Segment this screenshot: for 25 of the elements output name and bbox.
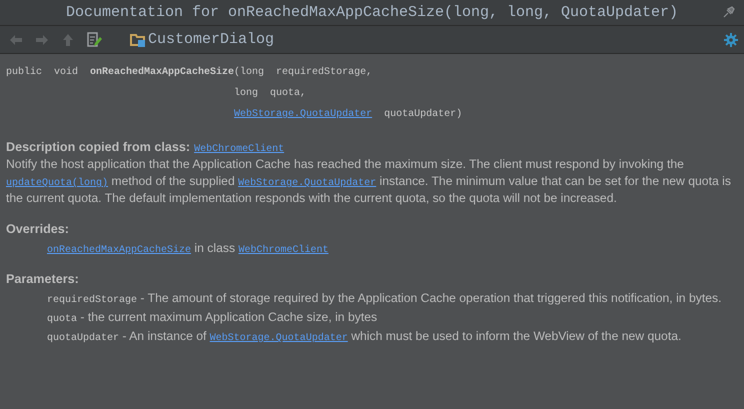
section-heading: Parameters: [6,272,79,286]
settings-icon[interactable] [724,32,738,46]
breadcrumb-label[interactable]: CustomerDialog [148,31,274,48]
doc-paragraph: quotaUpdater - An instance of WebStorage.QuotaUpdater which must be used to inform the WebView of the new quota. [46,328,682,345]
doc-link[interactable]: updateQuota(long) [6,178,108,189]
doc-paragraph: Notify the host application that the Application Cache has reached the maximum size. The client must respond by invoking the updateQuota(long) method of the supplied WebStorage.QuotaUpdater instance. The minimum value that can be set for the new quota is the current quota. The default implementation responds with the current quota, so the quota will not be increased. [6,156,732,207]
doc-paragraph: onReachedMaxAppCacheSize in class WebChromeClient [46,240,330,257]
doc-link[interactable]: onReachedMaxAppCacheSize [47,245,192,256]
window-title: Documentation for onReachedMaxAppCacheSize(long, long, QuotaUpdater) [66,4,678,21]
signature-parameter: long quota, [234,86,308,101]
doc-link[interactable]: WebChromeClient [238,245,328,256]
edit-document-icon[interactable] [86,32,102,48]
doc-paragraph: requiredStorage - The amount of storage required by the Application Cache operation that triggered this notification, in bytes. [46,290,722,307]
section-heading: Description copied from class: [6,140,190,154]
doc-link[interactable]: WebStorage.QuotaUpdater [238,178,376,189]
doc-link[interactable]: WebChromeClient [194,144,284,155]
doc-link[interactable]: WebStorage.QuotaUpdater [234,109,372,120]
pin-icon[interactable] [722,5,736,19]
signature-parameter: (long requiredStorage, [234,66,374,80]
method-signature-prefix: public void onReachedMaxAppCacheSize [6,66,234,80]
doc-link[interactable]: WebStorage.QuotaUpdater [210,333,348,344]
folder-icon [130,32,146,46]
signature-text: quotaUpdater) [383,109,462,120]
section-heading: Overrides: [6,222,69,236]
doc-paragraph: quota - the current maximum Application Cache size, in bytes [46,309,378,326]
